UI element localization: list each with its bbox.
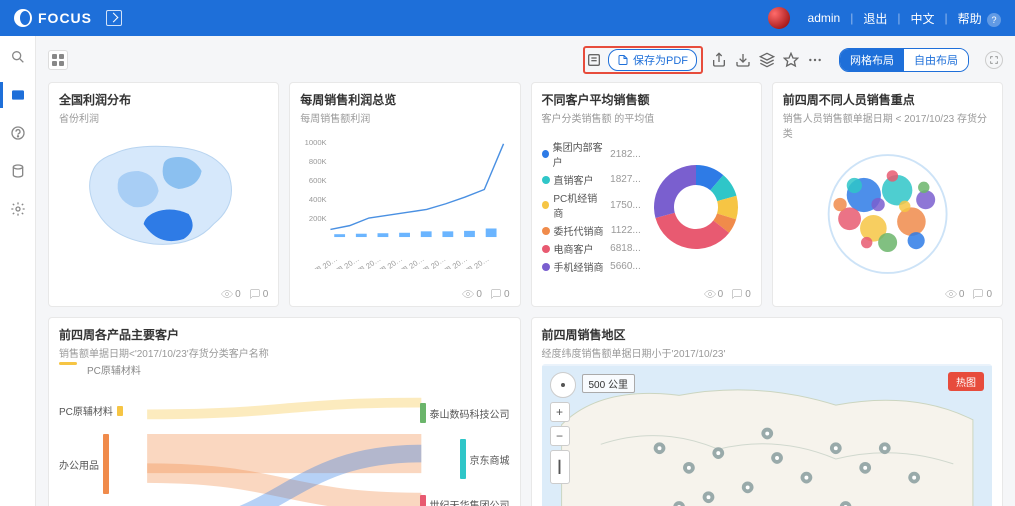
layout-free-button[interactable]: 自由布局 [904,49,968,71]
sidebar-dashboard[interactable] [7,84,29,106]
card-title: 每周销售利润总览 [300,91,509,108]
legend-row: 手机经销商5660... [542,259,641,274]
card-trend: 每周销售利润总览 每周销售额利润 200K 400K 600K 800K 1000K 第5… [289,82,520,307]
sankey-left-node: 办公用品 [59,434,129,494]
china-map[interactable] [59,129,268,259]
legend-row: PC机经销商1750... [542,190,641,220]
card-footer: 0 0 [59,284,268,300]
topbar: FOCUS admin | 退出 | 中文 | 帮助 ? [0,0,1015,36]
layout-grid-button[interactable]: 网格布局 [840,49,904,71]
card-subtitle: 销售人员销售额单据日期 < 2017/10/23 存货分类 [783,110,992,140]
bubble-chart[interactable] [783,144,992,284]
map-controls: + − ┃ [550,372,576,484]
layout-toggle: 网格布局 自由布局 [839,48,969,72]
sankey-right-node: 泰山数码科技公司 [420,403,510,423]
donut-legend: 集团内部客户2182... 直销客户1827... PC机经销商1750... 委托代… [542,136,641,277]
legend-row: 直销客户1827... [542,172,641,187]
sankey-right-node: 世纪天华集团公司 [420,495,510,506]
legend-row: 电商客户6818... [542,241,641,256]
save-pdf-button[interactable]: 保存为PDF [608,49,697,71]
sankey-legend: PC原辅材料 [59,362,510,377]
card-title: 前四周各产品主要客户 [59,326,510,343]
views-count: 0 [221,288,241,300]
card-sankey: 前四周各产品主要客户 销售额单据日期<'2017/10/23'存货分类客户名称 … [48,317,521,506]
sidebar-data[interactable] [7,160,29,182]
download-icon[interactable] [735,52,751,68]
fullscreen-icon[interactable] [985,51,1003,69]
save-pdf-highlight: 保存为PDF [583,46,703,74]
layers-icon[interactable] [759,52,775,68]
legend-row: 委托代销商1122... [542,223,641,238]
card-title: 前四周销售地区 [542,326,993,343]
card-footer: 0 0 [542,284,751,300]
help-badge-icon: ? [987,13,1001,27]
svg-text:第50周 20…: 第50周 20… [300,253,339,269]
card-title: 不同客户平均销售额 [542,91,751,108]
list-icon[interactable] [586,52,602,68]
sidebar-search[interactable] [7,46,29,68]
svg-text:600K: 600K [309,176,327,185]
brand-logo[interactable]: FOCUS [14,9,92,27]
zoom-slider[interactable]: ┃ [550,450,570,484]
main-area: 保存为PDF 网格布局 自由布局 全国利润分布 省份利润 [36,36,1015,506]
card-title: 全国利润分布 [59,91,268,108]
sidebar-help[interactable] [7,122,29,144]
edit-icon[interactable] [106,10,122,26]
pdf-icon [617,54,629,66]
toolbar: 保存为PDF 网格布局 自由布局 [48,46,1003,74]
card-subtitle: 销售额单据日期<'2017/10/23'存货分类客户名称 [59,345,510,360]
lang-link[interactable]: 中文 [911,10,935,27]
star-icon[interactable] [783,52,799,68]
card-footer: 0 0 [300,284,509,300]
card-subtitle: 每周销售额利润 [300,110,509,125]
brand-name: FOCUS [38,10,92,26]
username[interactable]: admin [808,11,841,25]
avatar[interactable] [768,7,790,29]
card-geo: 全国利润分布 省份利润 0 0 [48,82,279,307]
compass-icon[interactable] [550,372,576,398]
heatmap-toggle[interactable]: 热图 [948,372,984,391]
legend-row: 集团内部客户2182... [542,139,641,169]
sankey-right-node: 京东商城 [460,439,510,479]
card-donut: 不同客户平均销售额 客户分类销售额 的平均值 集团内部客户2182... 直销客户… [531,82,762,307]
svg-text:200K: 200K [309,214,327,223]
donut-chart[interactable] [641,152,751,262]
logo-icon [14,9,32,27]
card-title: 前四周不同人员销售重点 [783,91,992,108]
comments-count: 0 [249,288,269,300]
map-canvas[interactable]: + − ┃ 500 公里 热图 [542,364,993,506]
user-menu: admin | 退出 | 中文 | 帮助 ? [768,7,1001,29]
card-subtitle: 客户分类销售额 的平均值 [542,110,751,125]
card-map: 前四周销售地区 经度纬度销售额单据日期小于'2017/10/23' + − ┃ … [531,317,1004,506]
svg-text:1000K: 1000K [305,138,327,147]
grid-handle-icon[interactable] [48,50,68,70]
card-subtitle: 省份利润 [59,110,268,125]
save-pdf-label: 保存为PDF [633,52,688,68]
help-link[interactable]: 帮助 ? [958,10,1001,27]
card-bubble: 前四周不同人员销售重点 销售人员销售额单据日期 < 2017/10/23 存货分… [772,82,1003,307]
svg-text:800K: 800K [309,157,327,166]
zoom-out-button[interactable]: − [550,426,570,446]
sidebar-settings[interactable] [7,198,29,220]
sankey-chart[interactable]: PC原辅材料办公用品手机原辅材料 泰山数码科技公司京东商城世纪天华集团公司淘宝网 [59,385,510,506]
more-icon[interactable] [807,52,823,68]
share-icon[interactable] [711,52,727,68]
card-subtitle: 经度纬度销售额单据日期小于'2017/10/23' [542,345,993,360]
sankey-left-node: PC原辅材料 [59,403,129,418]
sidebar [0,36,36,506]
zoom-in-button[interactable]: + [550,402,570,422]
map-scale: 500 公里 [582,374,635,393]
card-footer: 0 0 [783,284,992,300]
logout-link[interactable]: 退出 [863,10,887,27]
svg-text:400K: 400K [309,195,327,204]
trend-chart[interactable]: 200K400K600K800K1000K第50周 20…第51周 20…第52… [300,129,509,269]
